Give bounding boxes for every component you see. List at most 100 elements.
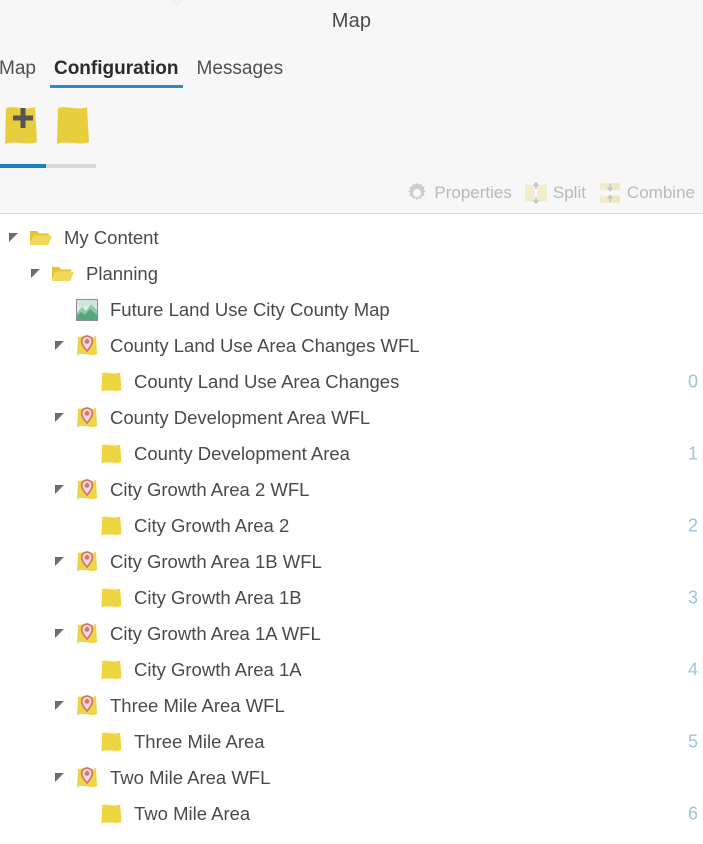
expander-collapse-icon[interactable] bbox=[54, 771, 68, 785]
tree-row-label: City Growth Area 2 bbox=[134, 515, 290, 536]
tree-row[interactable]: County Development Area 1 bbox=[0, 436, 703, 472]
tree-row-index: 6 bbox=[687, 803, 698, 824]
split-button[interactable]: Split bbox=[520, 179, 594, 207]
tree-row[interactable]: County Land Use Area Changes WFL bbox=[0, 328, 703, 364]
tree-row-label: County Land Use Area Changes WFL bbox=[110, 335, 420, 356]
layer-sheet-icon bbox=[98, 729, 124, 755]
expander-collapse-icon[interactable] bbox=[30, 267, 44, 281]
tree-row-label: County Development Area WFL bbox=[110, 407, 371, 428]
gallery-item-map[interactable] bbox=[52, 104, 104, 152]
feature-layer-pin-icon bbox=[74, 549, 100, 575]
combine-button[interactable]: Combine bbox=[594, 179, 703, 207]
toolbar-button-label: Split bbox=[552, 182, 586, 202]
tab-configuration[interactable]: Configuration bbox=[45, 52, 188, 90]
gallery-scrollbar-thumb[interactable] bbox=[0, 164, 46, 168]
tree-row[interactable]: City Growth Area 1A WFL bbox=[0, 616, 703, 652]
tree-row-label: County Land Use Area Changes bbox=[134, 371, 400, 392]
layer-sheet-icon bbox=[98, 513, 124, 539]
expander-placeholder bbox=[78, 375, 92, 389]
tree-row[interactable]: City Growth Area 1B WFL bbox=[0, 544, 703, 580]
expander-placeholder bbox=[78, 519, 92, 533]
tree-row[interactable]: My Content bbox=[0, 220, 703, 256]
tree-row-label: Two Mile Area bbox=[134, 803, 251, 824]
expander-collapse-icon[interactable] bbox=[8, 231, 22, 245]
expander-placeholder bbox=[78, 807, 92, 821]
feature-layer-pin-icon bbox=[74, 477, 100, 503]
expander-placeholder bbox=[78, 663, 92, 677]
properties-button[interactable]: Properties bbox=[401, 179, 519, 207]
tree-row-label: Planning bbox=[86, 263, 159, 284]
gallery-item-new-map[interactable] bbox=[0, 104, 52, 152]
tree-row[interactable]: Two Mile Area WFL bbox=[0, 760, 703, 796]
expander-placeholder bbox=[78, 735, 92, 749]
tab-bar: Map Configuration Messages bbox=[0, 52, 703, 96]
tree-row[interactable]: City Growth Area 1A 4 bbox=[0, 652, 703, 688]
tree-row[interactable]: Three Mile Area 5 bbox=[0, 724, 703, 760]
combine-icon bbox=[598, 181, 622, 205]
feature-layer-pin-icon bbox=[74, 405, 100, 431]
tree-row-index: 5 bbox=[687, 731, 698, 752]
map-thumbnail-icon bbox=[74, 297, 100, 323]
feature-layer-pin-icon bbox=[74, 333, 100, 359]
content-tree[interactable]: My Content Planning Future Land Use City C… bbox=[0, 214, 703, 844]
tree-row[interactable]: City Growth Area 2 2 bbox=[0, 508, 703, 544]
tree-row-label: City Growth Area 1A bbox=[134, 659, 302, 680]
tree-row[interactable]: County Land Use Area Changes 0 bbox=[0, 364, 703, 400]
tree-row-label: County Development Area bbox=[134, 443, 350, 464]
folder-open-icon bbox=[50, 261, 76, 287]
tree-row-index: 1 bbox=[687, 443, 698, 464]
layer-sheet-icon bbox=[98, 369, 124, 395]
expander-collapse-icon[interactable] bbox=[54, 411, 68, 425]
tree-row-label: City Growth Area 1B bbox=[134, 587, 302, 608]
feature-layer-pin-icon bbox=[74, 765, 100, 791]
expander-collapse-icon[interactable] bbox=[54, 339, 68, 353]
layer-sheet-icon bbox=[98, 801, 124, 827]
split-icon bbox=[524, 181, 548, 205]
page-title: Map bbox=[331, 10, 372, 32]
tree-row-label: My Content bbox=[64, 227, 159, 248]
tree-row-index: 0 bbox=[687, 371, 698, 392]
gear-icon bbox=[405, 181, 429, 205]
new-map-sheet-icon bbox=[0, 104, 40, 146]
feature-layer-pin-icon bbox=[74, 693, 100, 719]
tree-row[interactable]: Two Mile Area 6 bbox=[0, 796, 703, 832]
expander-placeholder bbox=[78, 591, 92, 605]
tree-row-label: Future Land Use City County Map bbox=[110, 299, 390, 320]
tab-map[interactable]: Map bbox=[0, 52, 45, 90]
tree-row-label: City Growth Area 2 WFL bbox=[110, 479, 310, 500]
toolbar-button-label: Properties bbox=[434, 182, 512, 202]
layer-sheet-icon bbox=[98, 585, 124, 611]
folder-open-icon bbox=[28, 225, 54, 251]
map-sheet-icon bbox=[52, 104, 92, 146]
expander-collapse-icon[interactable] bbox=[54, 483, 68, 497]
tree-row-label: City Growth Area 1B WFL bbox=[110, 551, 322, 572]
expander-collapse-icon[interactable] bbox=[54, 555, 68, 569]
tree-row[interactable]: County Development Area WFL bbox=[0, 400, 703, 436]
feature-layer-pin-icon bbox=[74, 621, 100, 647]
tab-messages[interactable]: Messages bbox=[188, 52, 293, 90]
tree-row-label: Three Mile Area bbox=[134, 731, 265, 752]
gear-icon-partial: ⚙ bbox=[170, 0, 188, 8]
expander-collapse-icon[interactable] bbox=[54, 699, 68, 713]
tree-row[interactable]: Three Mile Area WFL bbox=[0, 688, 703, 724]
expander-placeholder bbox=[78, 447, 92, 461]
tree-row-label: Three Mile Area WFL bbox=[110, 695, 285, 716]
layer-sheet-icon bbox=[98, 441, 124, 467]
tree-row[interactable]: City Growth Area 2 WFL bbox=[0, 472, 703, 508]
tree-row[interactable]: Planning bbox=[0, 256, 703, 292]
tree-row-label: Two Mile Area WFL bbox=[110, 767, 271, 788]
layer-sheet-icon bbox=[98, 657, 124, 683]
plus-icon bbox=[12, 107, 34, 129]
tree-row[interactable]: City Growth Area 1B 3 bbox=[0, 580, 703, 616]
tree-row-label: City Growth Area 1A WFL bbox=[110, 623, 321, 644]
map-gallery bbox=[0, 96, 703, 172]
expander-collapse-icon[interactable] bbox=[54, 627, 68, 641]
tree-row-index: 3 bbox=[687, 587, 698, 608]
layer-toolbar: Properties Split Combine bbox=[0, 172, 703, 214]
tree-row[interactable]: Future Land Use City County Map bbox=[0, 292, 703, 328]
expander-placeholder bbox=[54, 303, 68, 317]
window-titlebar: ⚙ Map bbox=[0, 0, 703, 52]
tree-row-index: 4 bbox=[687, 659, 698, 680]
tree-row-index: 2 bbox=[687, 515, 698, 536]
toolbar-button-label: Combine bbox=[626, 182, 695, 202]
